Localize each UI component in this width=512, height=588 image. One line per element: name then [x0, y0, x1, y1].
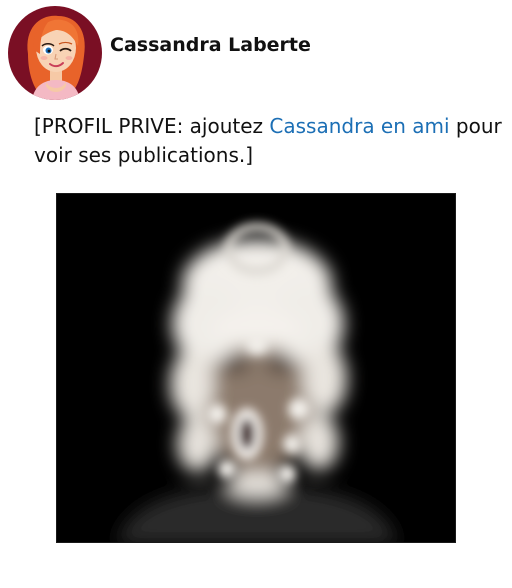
avatar[interactable]	[8, 6, 102, 100]
cartoon-woman-avatar-icon	[8, 6, 102, 100]
profile-header: Cassandra Laberte	[8, 6, 311, 100]
notice-prefix: [PROFIL PRIVE: ajoutez	[34, 114, 270, 138]
add-friend-link[interactable]: Cassandra en ami	[269, 114, 449, 138]
private-profile-notice: [PROFIL PRIVE: ajoutez Cassandra en ami …	[34, 112, 504, 170]
blurred-portrait-photo-icon	[57, 194, 455, 542]
post-photo[interactable]	[56, 193, 456, 543]
profile-name[interactable]: Cassandra Laberte	[110, 34, 311, 56]
